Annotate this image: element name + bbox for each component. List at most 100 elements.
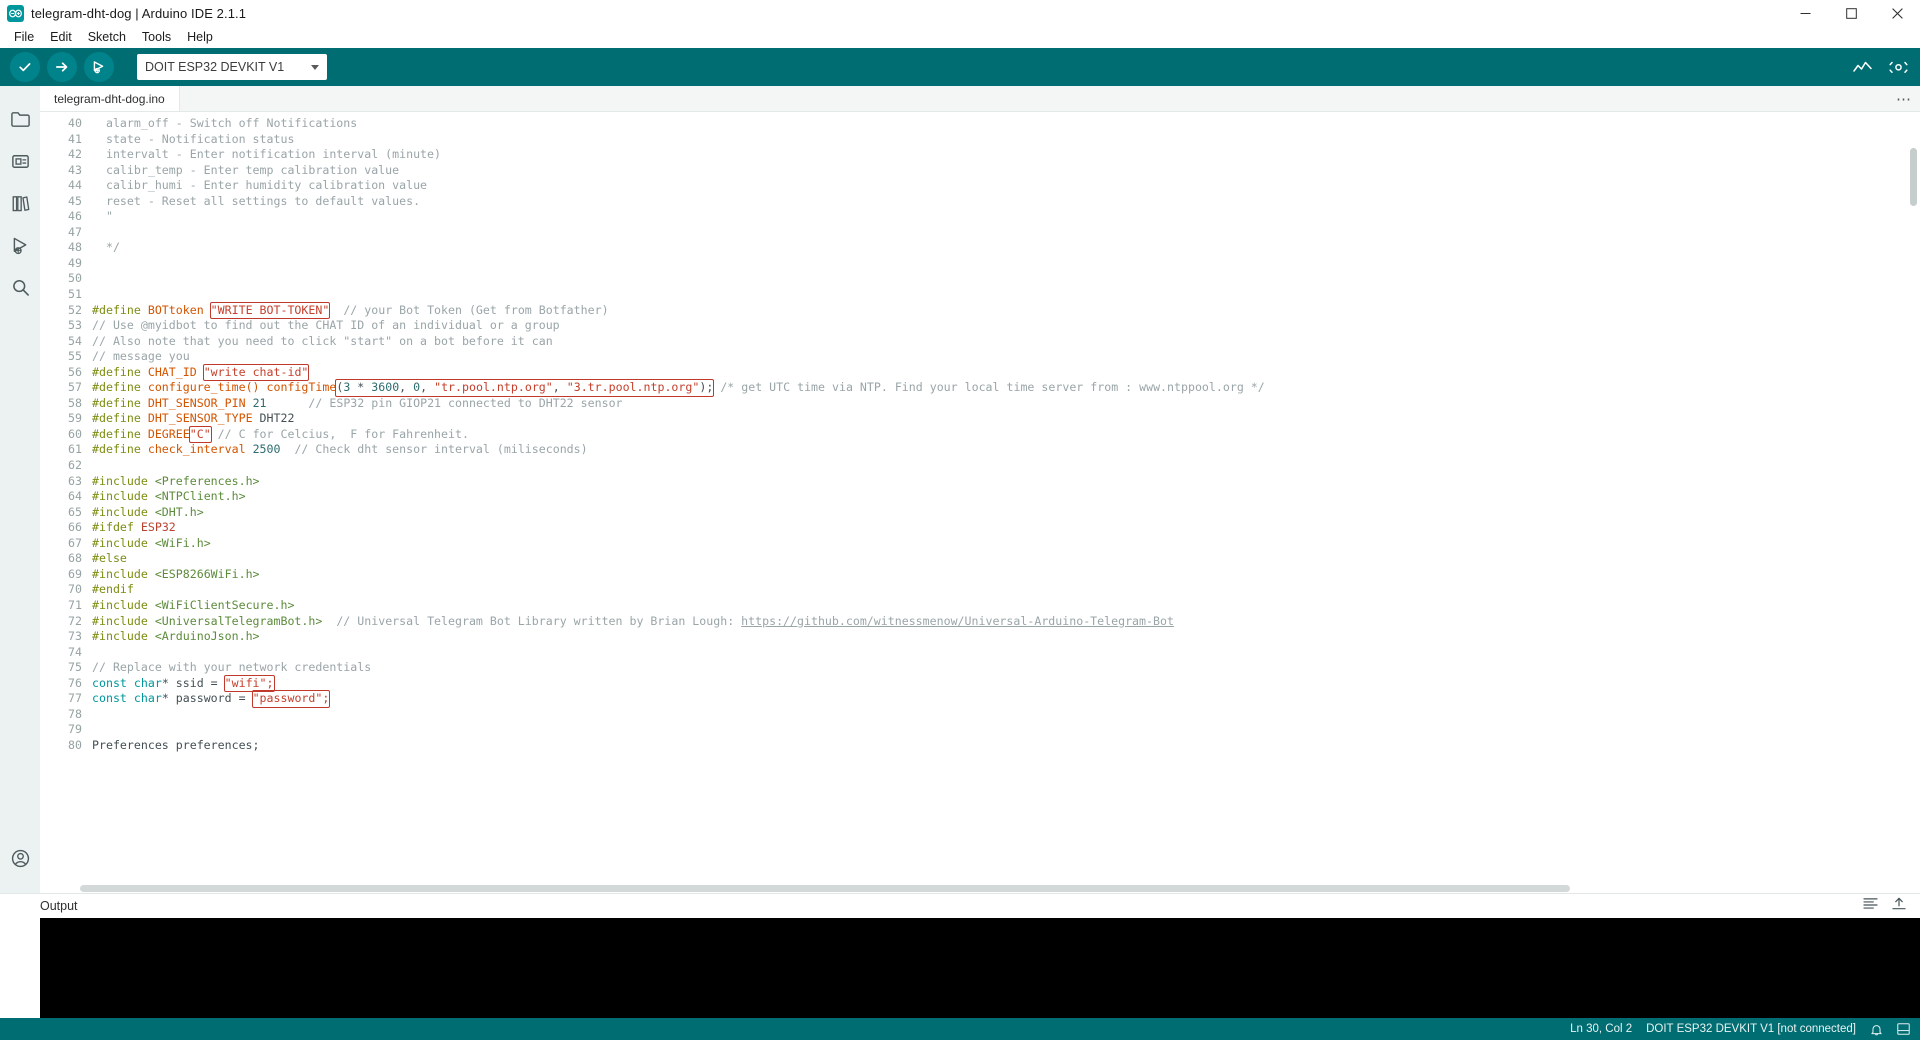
code-token-inc: <UniversalTelegramBot.h> [154,613,323,628]
sidebar-item-sketchbook[interactable] [0,98,40,140]
code-line-text[interactable]: calibr_temp - Enter temp calibration val… [92,163,1920,179]
serial-monitor-icon[interactable] [1888,57,1908,77]
close-icon[interactable] [1874,0,1920,26]
verify-checkmark-icon[interactable] [10,52,40,82]
code-line-text[interactable] [92,722,1920,738]
code-line-text[interactable]: // Replace with your network credentials [92,660,1920,676]
sidebar-item-boards-manager[interactable] [0,140,40,182]
code-line-text[interactable]: // Use @myidbot to find out the CHAT ID … [92,318,1920,334]
code-token-part: * [350,380,372,395]
code-line-text[interactable] [92,645,1920,661]
clear-output-icon[interactable] [1863,897,1878,915]
code-token-fn: configTime [266,380,337,395]
code-line-text[interactable]: #ifdef ESP32 [92,520,1920,536]
upload-arrow-icon[interactable] [47,52,77,82]
code-line-text[interactable]: reset - Reset all settings to default va… [92,194,1920,210]
code-line-text[interactable]: #define DHT_SENSOR_PIN 21 // ESP32 pin G… [92,396,1920,412]
code-token-link: https://github.com/witnessmenow/Universa… [741,613,1174,628]
code-line-text[interactable]: // Also note that you need to click "sta… [92,334,1920,350]
code-editor[interactable]: 40 alarm_off - Switch off Notifications 4… [40,112,1920,893]
ellipsis-horizontal-icon[interactable]: ⋯ [1896,86,1912,112]
debug-icon[interactable] [84,52,114,82]
code-token-pre: #define [92,302,148,317]
code-token-plain: DHT22 [252,411,295,426]
code-line-text[interactable] [92,256,1920,272]
expand-panel-icon[interactable] [1892,897,1906,915]
code-token-pre: #define [92,426,148,441]
code-token-com: // Use @myidbot to find out the CHAT ID … [92,318,560,333]
code-line-text[interactable]: #include <WiFi.h> [92,536,1920,552]
sidebar-item-debug[interactable] [0,224,40,266]
code-line-text[interactable]: state - Notification status [92,132,1920,148]
code-line-text[interactable]: alarm_off - Switch off Notifications [92,116,1920,132]
panel-toggle-icon[interactable] [1897,1023,1910,1035]
minimize-icon[interactable] [1782,0,1828,26]
code-line-text[interactable]: #include <Preferences.h> [92,474,1920,490]
code-token-pre: #define [92,380,148,395]
code-token-plain: * ssid = [161,675,225,690]
code-line-text[interactable]: #define DHT_SENSOR_TYPE DHT22 [92,411,1920,427]
code-line: 60 #define DEGREE"C" // C for Celcius, F … [40,425,1920,444]
code-line-text[interactable]: // message you [92,349,1920,365]
menu-sketch[interactable]: Sketch [80,27,134,47]
code-line-text[interactable]: #include <UniversalTelegramBot.h> // Uni… [92,614,1920,630]
menu-edit[interactable]: Edit [42,27,80,47]
code-line-text[interactable]: " [92,209,1920,225]
code-line-text[interactable] [92,458,1920,474]
code-line-text[interactable]: #include <NTPClient.h> [92,489,1920,505]
code-line-text[interactable]: #define DEGREE"C" // C for Celcius, F fo… [92,425,1920,444]
output-console[interactable] [40,918,1920,1018]
code-line-text[interactable]: #include <ArduinoJson.h> [92,629,1920,645]
code-token-str: "password"; [252,691,330,706]
code-line-text[interactable] [92,271,1920,287]
code-line-text[interactable]: #define check_interval 2500 // Check dht… [92,442,1920,458]
sidebar-item-library-manager[interactable] [0,182,40,224]
code-line-text[interactable]: #define CHAT_ID "write chat-id" [92,363,1920,382]
code-line-text[interactable]: #include <WiFiClientSecure.h> [92,598,1920,614]
bell-icon[interactable] [1870,1023,1883,1036]
line-number: 47 [68,224,82,239]
tab-telegram-dht-dog-ino[interactable]: telegram-dht-dog.ino [40,86,180,111]
menu-file[interactable]: File [6,27,42,47]
code-line-text[interactable]: Preferences preferences; [92,738,1920,754]
menu-tools[interactable]: Tools [134,27,179,47]
code-line-text[interactable]: const char* ssid = "wifi"; [92,674,1920,693]
code-line-text[interactable] [92,707,1920,723]
code-line-text[interactable]: const char* password = "password"; [92,690,1920,708]
code-token-part: "3.tr.pool.ntp.org" [566,380,700,395]
code-token-str: "wifi"; [224,675,274,690]
code-line-text[interactable]: #include <DHT.h> [92,505,1920,521]
serial-plotter-icon[interactable] [1852,57,1872,77]
menu-help[interactable]: Help [179,27,221,47]
code-line-text[interactable] [92,287,1920,303]
code-line-text[interactable]: calibr_humi - Enter humidity calibration… [92,178,1920,194]
sidebar-item-search[interactable] [0,266,40,308]
code-token-inc: <Preferences.h> [154,473,260,488]
code-line-text[interactable]: #endif [92,582,1920,598]
code-line: 40 alarm_off - Switch off Notifications [40,116,1920,132]
code-token-inc: <NTPClient.h> [154,489,246,504]
code-token-com: // Check dht sensor interval (milisecond… [294,442,588,457]
code-line-text[interactable]: #define BOTtoken "WRITE BOT-TOKEN" // yo… [92,301,1920,320]
code-line-text[interactable]: #define configure_time() configTime(3 * … [92,379,1920,397]
output-panel: Output [0,893,1920,1018]
editor-horizontal-scrollbar[interactable] [40,884,1920,893]
board-selector[interactable]: DOIT ESP32 DEVKIT V1 [137,54,327,80]
horizontal-scroll-thumb[interactable] [80,885,1570,892]
sidebar-item-account[interactable] [0,837,40,879]
code-line-text[interactable]: */ [92,240,1920,256]
code-line: 45 reset - Reset all settings to default… [40,194,1920,210]
code-line-text[interactable]: #include <ESP8266WiFi.h> [92,567,1920,583]
maximize-icon[interactable] [1828,0,1874,26]
cursor-position-status[interactable]: Ln 30, Col 2 [1570,1023,1632,1035]
toolbar-right-actions [1852,57,1908,77]
code-line-text[interactable]: intervalt - Enter notification interval … [92,147,1920,163]
editor-vertical-scrollbar[interactable] [1908,112,1918,893]
board-connection-status[interactable]: DOIT ESP32 DEVKIT V1 [not connected] [1646,1023,1856,1035]
code-line-text[interactable]: #else [92,551,1920,567]
code-line-text[interactable] [92,225,1920,241]
code-token-inc: <ArduinoJson.h> [154,629,260,644]
vertical-scroll-thumb[interactable] [1910,148,1917,206]
